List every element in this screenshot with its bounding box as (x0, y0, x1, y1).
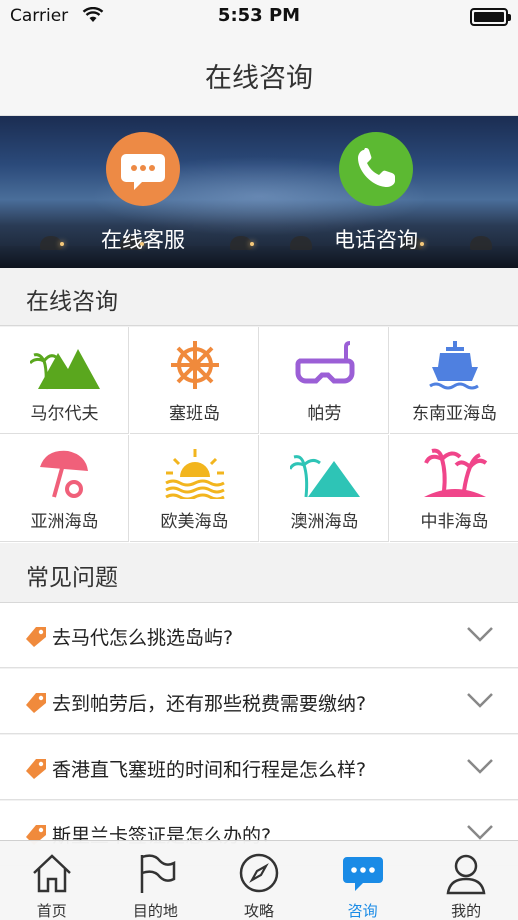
palm-mountain-icon (290, 455, 360, 498)
phone-consult-label: 电话咨询 (334, 228, 418, 252)
tab-bar: 首页 目的地 攻略 咨询 我的 (0, 840, 518, 920)
clock: 5:53 PM (217, 5, 301, 26)
tab-label: 攻略 (243, 902, 274, 920)
home-icon (33, 854, 71, 893)
destination-saipan[interactable]: 塞班岛 (130, 327, 259, 434)
destination-label: 马尔代夫 (30, 404, 99, 424)
user-icon (446, 854, 486, 895)
ship-icon (429, 341, 479, 390)
faq-section-title: 常见问题 (26, 565, 118, 591)
phone-icon (339, 132, 413, 206)
contact-banner: 在线客服 电话咨询 (0, 116, 518, 268)
destination-label: 东南亚海岛 (412, 404, 497, 424)
destination-central-africa-islands[interactable]: 中非海岛 (390, 435, 518, 542)
tab-home[interactable]: 首页 (0, 841, 104, 920)
palm-island-icon (424, 448, 488, 497)
destination-australia-islands[interactable]: 澳洲海岛 (260, 435, 389, 542)
destination-label: 亚洲海岛 (30, 512, 99, 532)
faq-item[interactable]: 去到帕劳后，还有那些税费需要缴纳? (0, 669, 518, 734)
chevron-down-icon[interactable] (466, 691, 494, 709)
sunset-icon (165, 449, 225, 499)
chevron-down-icon[interactable] (466, 625, 494, 643)
destination-label: 帕劳 (307, 404, 342, 424)
tab-label: 首页 (36, 902, 67, 920)
consult-section-header: 在线咨询 (0, 268, 518, 326)
tab-mine[interactable]: 我的 (414, 841, 518, 920)
chevron-down-icon[interactable] (466, 823, 494, 841)
faq-question: 香港直飞塞班的时间和行程是怎么样? (52, 759, 367, 781)
destination-label: 塞班岛 (169, 404, 220, 424)
flag-icon (140, 854, 175, 893)
navigation-bar: 在线咨询 (0, 34, 518, 116)
chat-bubble-icon (106, 132, 180, 206)
destination-grid: 马尔代夫 塞班岛 帕劳 东南亚海岛 亚洲海岛 欧美海岛 澳洲海岛 中非海岛 (0, 327, 518, 543)
diving-mask-icon (295, 341, 355, 384)
tab-label: 目的地 (132, 902, 178, 920)
faq-question: 去到帕劳后，还有那些税费需要缴纳? (52, 693, 367, 715)
destination-palau[interactable]: 帕劳 (260, 327, 389, 434)
tab-label: 咨询 (347, 902, 378, 920)
destination-label: 中非海岛 (420, 512, 489, 532)
tab-label: 我的 (451, 902, 482, 920)
battery-icon (470, 8, 511, 26)
destination-maldives[interactable]: 马尔代夫 (0, 327, 129, 434)
phone-consult-button[interactable]: 电话咨询 (296, 130, 456, 260)
faq-item[interactable]: 去马代怎么挑选岛屿? (0, 603, 518, 668)
consult-section-title: 在线咨询 (26, 289, 118, 315)
tab-destination[interactable]: 目的地 (104, 841, 208, 920)
maldives-mountain-palm-icon (30, 349, 100, 390)
faq-section-header: 常见问题 (0, 544, 518, 603)
tab-consult[interactable]: 咨询 (311, 841, 415, 920)
chevron-down-icon[interactable] (466, 757, 494, 775)
beach-umbrella-icon (40, 450, 88, 498)
page-title: 在线咨询 (205, 63, 313, 94)
destination-europe-america-islands[interactable]: 欧美海岛 (130, 435, 259, 542)
faq-item[interactable]: 香港直飞塞班的时间和行程是怎么样? (0, 735, 518, 800)
destination-label: 澳洲海岛 (290, 512, 359, 532)
destination-asia-islands[interactable]: 亚洲海岛 (0, 435, 129, 542)
online-service-label: 在线客服 (101, 228, 185, 252)
tag-icon (26, 693, 46, 713)
faq-question: 去马代怎么挑选岛屿? (52, 627, 234, 649)
destination-label: 欧美海岛 (160, 512, 229, 532)
ship-wheel-icon (171, 341, 219, 389)
online-service-button[interactable]: 在线客服 (63, 130, 223, 260)
tag-icon (26, 759, 46, 779)
destination-southeast-asia[interactable]: 东南亚海岛 (390, 327, 518, 434)
chat-bubble-icon (342, 857, 383, 891)
compass-icon (239, 853, 279, 893)
tab-guides[interactable]: 攻略 (207, 841, 311, 920)
status-bar: Carrier 5:53 PM (0, 0, 518, 34)
tag-icon (26, 627, 46, 647)
